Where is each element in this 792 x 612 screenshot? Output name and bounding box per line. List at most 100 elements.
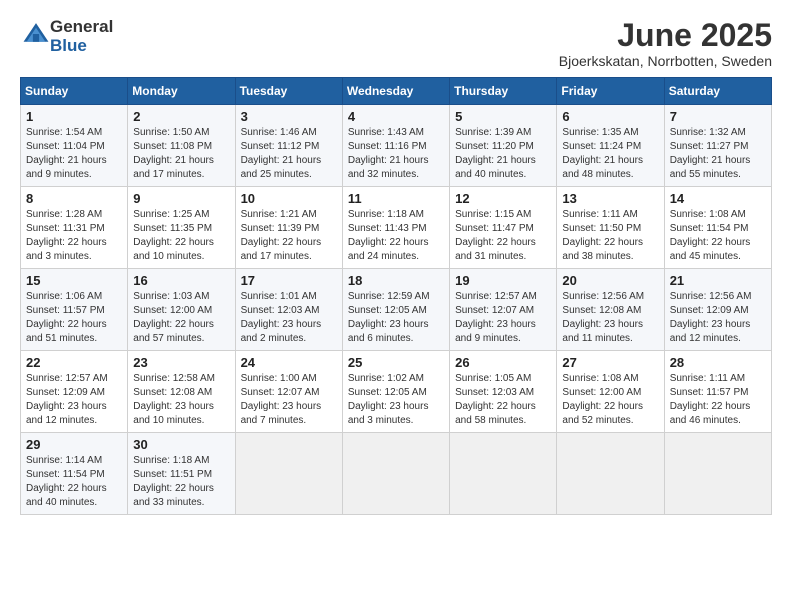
day-number: 15 (26, 273, 122, 288)
day-of-week-header: Tuesday (235, 78, 342, 105)
calendar-cell: 14 Sunrise: 1:08 AMSunset: 11:54 PMDaylig… (664, 187, 771, 269)
day-info: Sunrise: 12:58 AMSunset: 12:08 AMDayligh… (133, 372, 229, 428)
day-info: Sunrise: 1:06 AMSunset: 11:57 PMDaylight… (26, 290, 122, 346)
day-number: 1 (26, 109, 122, 124)
calendar-header-row: SundayMondayTuesdayWednesdayThursdayFrid… (21, 78, 772, 105)
month-title: June 2025 (559, 18, 772, 53)
logo-icon (22, 20, 50, 48)
calendar-cell: 26 Sunrise: 1:05 AMSunset: 12:03 AMDaylig… (450, 351, 557, 433)
day-info: Sunrise: 12:57 AMSunset: 12:09 AMDayligh… (26, 372, 122, 428)
day-info: Sunrise: 1:11 AMSunset: 11:57 PMDaylight… (670, 372, 766, 428)
day-info: Sunrise: 12:57 AMSunset: 12:07 AMDayligh… (455, 290, 551, 346)
calendar-cell (450, 433, 557, 515)
calendar-week-row: 8 Sunrise: 1:28 AMSunset: 11:31 PMDayligh… (21, 187, 772, 269)
day-info: Sunrise: 1:50 AMSunset: 11:08 PMDaylight… (133, 126, 229, 182)
day-info: Sunrise: 12:56 AMSunset: 12:09 AMDayligh… (670, 290, 766, 346)
day-number: 8 (26, 191, 122, 206)
logo-blue-text: Blue (50, 36, 87, 55)
day-of-week-header: Friday (557, 78, 664, 105)
calendar-cell: 12 Sunrise: 1:15 AMSunset: 11:47 PMDaylig… (450, 187, 557, 269)
day-of-week-header: Monday (128, 78, 235, 105)
calendar-cell: 25 Sunrise: 1:02 AMSunset: 12:05 AMDaylig… (342, 351, 449, 433)
calendar-cell: 23 Sunrise: 12:58 AMSunset: 12:08 AMDayli… (128, 351, 235, 433)
day-info: Sunrise: 1:14 AMSunset: 11:54 PMDaylight… (26, 454, 122, 510)
day-number: 17 (241, 273, 337, 288)
calendar-cell: 8 Sunrise: 1:28 AMSunset: 11:31 PMDayligh… (21, 187, 128, 269)
calendar-cell: 16Sunrise: 1:03 AMSunset: 12:00 AMDaylig… (128, 269, 235, 351)
day-number: 2 (133, 109, 229, 124)
day-number: 26 (455, 355, 551, 370)
calendar-table: SundayMondayTuesdayWednesdayThursdayFrid… (20, 77, 772, 515)
logo-general-text: General (50, 17, 113, 36)
day-number: 16 (133, 273, 229, 288)
calendar-cell: 28 Sunrise: 1:11 AMSunset: 11:57 PMDaylig… (664, 351, 771, 433)
day-of-week-header: Wednesday (342, 78, 449, 105)
day-number: 9 (133, 191, 229, 206)
location: Bjoerkskatan, Norrbotten, Sweden (559, 53, 772, 69)
day-info: Sunrise: 1:35 AMSunset: 11:24 PMDaylight… (562, 126, 658, 182)
calendar-cell: 4 Sunrise: 1:43 AMSunset: 11:16 PMDayligh… (342, 105, 449, 187)
calendar-body: 1Sunrise: 1:54 AMSunset: 11:04 PMDayligh… (21, 105, 772, 515)
day-info: Sunrise: 1:43 AMSunset: 11:16 PMDaylight… (348, 126, 444, 182)
day-info: Sunrise: 1:02 AMSunset: 12:05 AMDaylight… (348, 372, 444, 428)
day-info: Sunrise: 1:28 AMSunset: 11:31 PMDaylight… (26, 208, 122, 264)
calendar-cell: 7Sunrise: 1:32 AMSunset: 11:27 PMDayligh… (664, 105, 771, 187)
day-number: 12 (455, 191, 551, 206)
day-number: 14 (670, 191, 766, 206)
day-number: 3 (241, 109, 337, 124)
day-number: 11 (348, 191, 444, 206)
calendar-cell: 13 Sunrise: 1:11 AMSunset: 11:50 PMDaylig… (557, 187, 664, 269)
calendar-week-row: 29Sunrise: 1:14 AMSunset: 11:54 PMDaylig… (21, 433, 772, 515)
calendar-cell: 11Sunrise: 1:18 AMSunset: 11:43 PMDaylig… (342, 187, 449, 269)
calendar-cell: 27Sunrise: 1:08 AMSunset: 12:00 AMDaylig… (557, 351, 664, 433)
calendar-cell (235, 433, 342, 515)
day-info: Sunrise: 1:00 AMSunset: 12:07 AMDaylight… (241, 372, 337, 428)
calendar-cell: 21 Sunrise: 12:56 AMSunset: 12:09 AMDayli… (664, 269, 771, 351)
calendar-cell (664, 433, 771, 515)
calendar-week-row: 15 Sunrise: 1:06 AMSunset: 11:57 PMDaylig… (21, 269, 772, 351)
day-number: 24 (241, 355, 337, 370)
day-number: 22 (26, 355, 122, 370)
day-info: Sunrise: 12:59 AMSunset: 12:05 AMDayligh… (348, 290, 444, 346)
day-info: Sunrise: 12:56 AMSunset: 12:08 AMDayligh… (562, 290, 658, 346)
calendar-cell: 10Sunrise: 1:21 AMSunset: 11:39 PMDaylig… (235, 187, 342, 269)
calendar-cell: 1Sunrise: 1:54 AMSunset: 11:04 PMDayligh… (21, 105, 128, 187)
day-number: 4 (348, 109, 444, 124)
calendar-cell (342, 433, 449, 515)
day-number: 10 (241, 191, 337, 206)
day-number: 23 (133, 355, 229, 370)
calendar-cell: 19 Sunrise: 12:57 AMSunset: 12:07 AMDayli… (450, 269, 557, 351)
day-number: 19 (455, 273, 551, 288)
calendar-cell: 3Sunrise: 1:46 AMSunset: 11:12 PMDayligh… (235, 105, 342, 187)
day-info: Sunrise: 1:39 AMSunset: 11:20 PMDaylight… (455, 126, 551, 182)
day-number: 21 (670, 273, 766, 288)
day-of-week-header: Thursday (450, 78, 557, 105)
calendar-cell: 20Sunrise: 12:56 AMSunset: 12:08 AMDayli… (557, 269, 664, 351)
calendar-cell: 17Sunrise: 1:01 AMSunset: 12:03 AMDaylig… (235, 269, 342, 351)
day-number: 5 (455, 109, 551, 124)
calendar-cell: 6Sunrise: 1:35 AMSunset: 11:24 PMDayligh… (557, 105, 664, 187)
day-number: 25 (348, 355, 444, 370)
calendar-cell: 30 Sunrise: 1:18 AMSunset: 11:51 PMDaylig… (128, 433, 235, 515)
calendar-cell: 18Sunrise: 12:59 AMSunset: 12:05 AMDayli… (342, 269, 449, 351)
calendar-cell: 15 Sunrise: 1:06 AMSunset: 11:57 PMDaylig… (21, 269, 128, 351)
day-number: 30 (133, 437, 229, 452)
day-info: Sunrise: 1:08 AMSunset: 11:54 PMDaylight… (670, 208, 766, 264)
day-of-week-header: Saturday (664, 78, 771, 105)
day-of-week-header: Sunday (21, 78, 128, 105)
calendar-cell: 24 Sunrise: 1:00 AMSunset: 12:07 AMDaylig… (235, 351, 342, 433)
day-number: 13 (562, 191, 658, 206)
calendar-week-row: 1Sunrise: 1:54 AMSunset: 11:04 PMDayligh… (21, 105, 772, 187)
page: General Blue June 2025 Bjoerkskatan, Nor… (0, 0, 792, 612)
day-info: Sunrise: 1:05 AMSunset: 12:03 AMDaylight… (455, 372, 551, 428)
day-number: 27 (562, 355, 658, 370)
calendar-cell: 5 Sunrise: 1:39 AMSunset: 11:20 PMDayligh… (450, 105, 557, 187)
logo: General Blue (20, 18, 113, 55)
day-number: 28 (670, 355, 766, 370)
calendar-cell: 22 Sunrise: 12:57 AMSunset: 12:09 AMDayli… (21, 351, 128, 433)
day-info: Sunrise: 1:15 AMSunset: 11:47 PMDaylight… (455, 208, 551, 264)
calendar-cell: 29Sunrise: 1:14 AMSunset: 11:54 PMDaylig… (21, 433, 128, 515)
day-info: Sunrise: 1:11 AMSunset: 11:50 PMDaylight… (562, 208, 658, 264)
day-info: Sunrise: 1:18 AMSunset: 11:51 PMDaylight… (133, 454, 229, 510)
day-number: 7 (670, 109, 766, 124)
